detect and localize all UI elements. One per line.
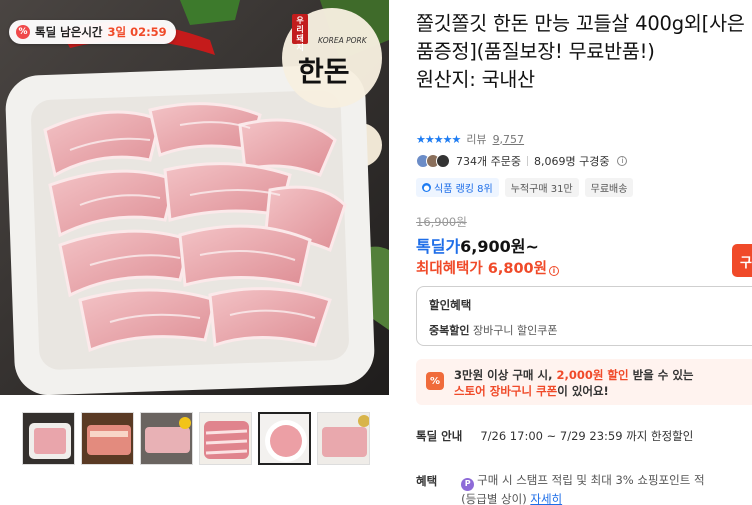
rating-row: ★★★★★ 리뷰 9,757 — [416, 131, 524, 147]
logo-korea-pork: KOREA PORK — [318, 36, 367, 45]
benefit-heading: 할인혜택 — [429, 298, 472, 312]
ranking-icon: ● — [422, 183, 431, 192]
deal-info-value: 7/26 17:00 ~ 7/29 23:59 까지 한정할인 — [480, 429, 694, 443]
coupon-text: 3만원 이상 구매 시, 2,000원 할인 받을 수 있는 스토어 장바구니 … — [454, 367, 694, 405]
product-main-image[interactable]: % 톡딜 남은시간 3일 02:59 우리돼지 KOREA PORK 한돈 — [0, 0, 389, 395]
max-benefit-price: 최대혜택가 6,800원 i — [416, 257, 559, 278]
coupon-line2-highlight: 스토어 장바구니 쿠폰 — [454, 384, 558, 398]
deal-info-row: 톡딜 안내 7/26 17:00 ~ 7/29 23:59 까지 한정할인 — [416, 428, 693, 444]
ordering-count: 734개 주문중 — [456, 155, 521, 168]
benefit-detail-link[interactable]: 자세히 — [530, 492, 562, 505]
badge-row: ● 식품 랭킹 8위 누적구매 31만 무료배송 — [416, 178, 634, 197]
thumbnail-2[interactable] — [81, 412, 134, 465]
thumbnail-6[interactable] — [317, 412, 370, 465]
deal-price-value: 6,900원~ — [460, 237, 539, 256]
benefit-line1: 구매 시 스탬프 적립 및 최대 3% 쇼핑포인트 적 — [477, 473, 705, 487]
original-price: 16,900원 — [416, 215, 467, 229]
logo-seal: 우리돼지 — [296, 16, 304, 52]
rating-stars: ★★★★★ — [416, 132, 461, 146]
thumbnail-4[interactable] — [199, 412, 252, 465]
percent-icon: % — [16, 25, 30, 39]
avatar — [436, 154, 450, 168]
benefit-detail: P 구매 시 스탬프 적립 및 최대 3% 쇼핑포인트 적 (등급별 상이) 자세… — [461, 472, 705, 505]
coupon-percent-icon: % — [426, 372, 444, 390]
benefit-row-label: 중복할인 — [429, 324, 470, 337]
benefit-row: 중복할인 장바구니 할인쿠폰 — [429, 322, 752, 338]
coupon-line1-highlight: 2,000원 할인 — [556, 368, 629, 382]
coupon-banner[interactable]: % 3만원 이상 구매 시, 2,000원 할인 받을 수 있는 스토어 장바구… — [416, 359, 752, 405]
coupon-line2-post: 이 있어요! — [557, 384, 609, 398]
benefit-label: 혜택 — [416, 474, 438, 488]
max-benefit-label: 최대혜택가 — [416, 261, 483, 277]
thumbnail-strip — [22, 412, 370, 465]
coupon-line1-post: 받을 수 있는 — [628, 368, 694, 382]
buy-button[interactable]: 구 — [732, 244, 752, 277]
info-icon[interactable]: i — [617, 156, 628, 166]
max-benefit-value: 6,800원 — [487, 261, 547, 277]
viewer-count: 8,069명 구경중 — [533, 155, 610, 168]
buyer-avatars — [416, 154, 450, 168]
point-icon: P — [461, 477, 475, 491]
thumbnail-1[interactable] — [22, 412, 75, 465]
badge-ranking-label: 식품 랭킹 8위 — [434, 184, 493, 195]
product-origin: 원산지: 국내산 — [416, 68, 535, 91]
benefit-row-value: 장바구니 할인쿠폰 — [472, 324, 558, 337]
info-icon[interactable]: i — [548, 266, 559, 276]
coupon-line1-pre: 3만원 이상 구매 시, — [454, 368, 557, 382]
thumbnail-3[interactable] — [140, 412, 193, 465]
buyers-row: 734개 주문중 8,069명 구경중 i — [416, 153, 628, 169]
thumbnail-5[interactable] — [258, 412, 311, 465]
deal-timer-label: 톡딜 남은시간 — [35, 25, 103, 39]
divider — [526, 156, 528, 166]
review-label: 리뷰 — [466, 133, 487, 146]
deal-info-label: 톡딜 안내 — [416, 429, 463, 443]
benefit-line2: (등급별 상이) — [461, 491, 527, 505]
product-title-block: 쫄깃쫄깃 한돈 만능 꼬들살 400g외[사은품증정](품질보장! 무료반품!)… — [416, 10, 752, 94]
deal-price-label: 톡딜가 — [416, 237, 461, 256]
deal-timer-value: 3일 02:59 — [107, 25, 167, 39]
product-title: 쫄깃쫄깃 한돈 만능 꼬들살 400g외[사은품증정](품질보장! 무료반품!) — [416, 12, 745, 63]
badge-ranking[interactable]: ● 식품 랭킹 8위 — [416, 178, 499, 197]
badge-free-shipping: 무료배송 — [584, 178, 634, 197]
deal-price: 톡딜가6,900원~ — [416, 233, 539, 257]
benefit-section: 혜택 P 구매 시 스탬프 적립 및 최대 3% 쇼핑포인트 적 (등급별 상이)… — [416, 472, 705, 505]
deal-timer-badge: % 톡딜 남은시간 3일 02:59 — [9, 20, 176, 44]
review-count-link[interactable]: 9,757 — [493, 133, 525, 146]
discount-benefit-box[interactable]: 할인혜택 중복할인 장바구니 할인쿠폰 — [416, 286, 752, 346]
logo-brand: 한돈 — [298, 55, 350, 88]
badge-cumulative: 누적구매 31만 — [504, 178, 579, 197]
